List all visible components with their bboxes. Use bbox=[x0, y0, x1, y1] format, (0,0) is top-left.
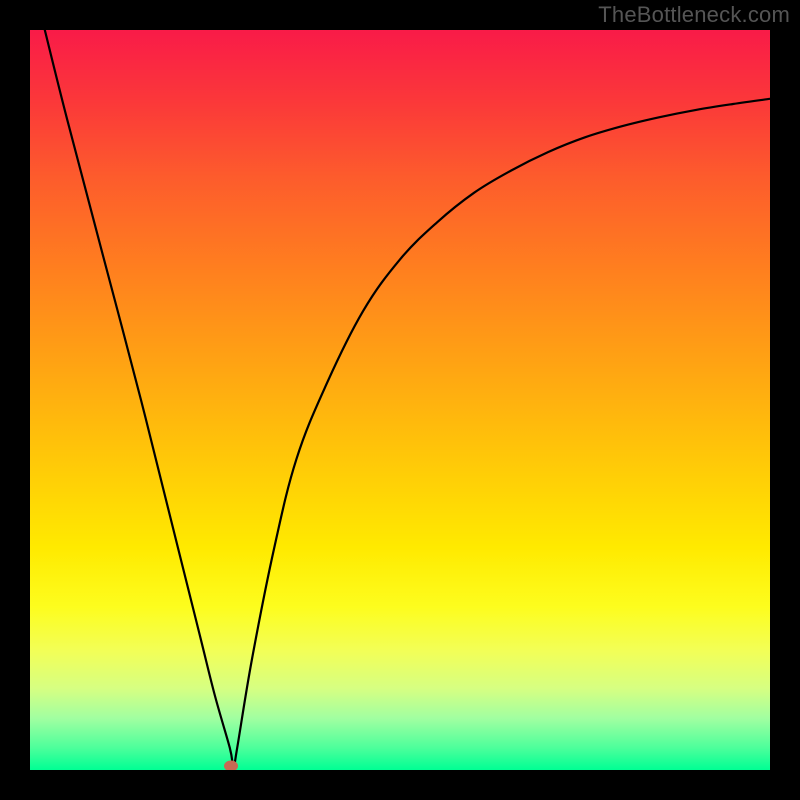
watermark-text: TheBottleneck.com bbox=[598, 2, 790, 28]
optimal-point-marker bbox=[224, 761, 238, 770]
plot-area bbox=[30, 30, 770, 770]
bottleneck-curve bbox=[45, 30, 770, 766]
curve-svg bbox=[30, 30, 770, 770]
chart-frame: TheBottleneck.com bbox=[0, 0, 800, 800]
